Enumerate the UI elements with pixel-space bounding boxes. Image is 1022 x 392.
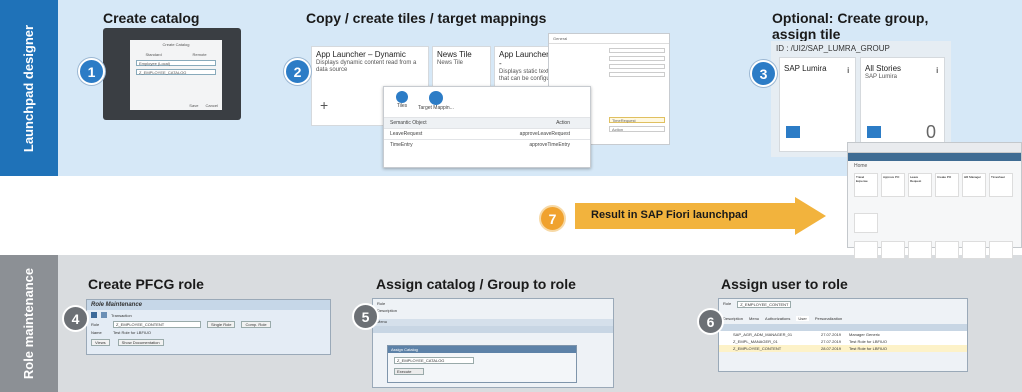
tab-authorizations[interactable]: Authorizations <box>765 316 790 321</box>
info-icon: i <box>936 66 938 75</box>
assign-catalog-heading: Assign catalog / Group to role <box>376 276 576 292</box>
result-label: Result in SAP Fiori launchpad <box>591 209 748 221</box>
transaction-button[interactable]: Transaction <box>111 313 132 318</box>
execute-button[interactable]: Execute <box>394 368 424 375</box>
target-mapping-icon <box>428 91 443 105</box>
role-maintenance-label: Role maintenance <box>0 255 58 392</box>
lumira-chart-icon <box>786 126 800 138</box>
edit-icon[interactable] <box>101 312 107 318</box>
mapping-row[interactable]: LeaveRequest approveLeaveRequest <box>384 128 590 139</box>
tab-personalization[interactable]: Personalization <box>815 316 842 321</box>
tab-description[interactable]: Description <box>723 316 743 321</box>
user-row[interactable]: SAP_AGR_ADM_MANAGER_01 27.07.2019 Manage… <box>719 331 967 338</box>
create-group-heading: Optional: Create group, assign tile <box>772 10 929 42</box>
display-icon[interactable] <box>91 312 97 318</box>
views-button[interactable]: Views <box>91 339 110 346</box>
menu-tab[interactable]: Menu <box>373 319 613 326</box>
create-catalog-dialog: Create Catalog Standard Remote Employee … <box>130 40 222 110</box>
fiori-tile[interactable]: Timesheet <box>989 173 1013 197</box>
tile-all-stories[interactable]: All Stories SAP Lumira i 0 <box>860 57 945 152</box>
tiles-tab[interactable]: Tiles <box>396 91 408 117</box>
cancel-button[interactable]: Cancel <box>206 103 218 108</box>
action-field[interactable]: Action <box>609 126 665 132</box>
assign-catalog-popup: Assign Catalog Z_EMPLOYEE_CATALOG Execut… <box>387 345 577 383</box>
launchpad-designer-label: Launchpad designer <box>0 0 58 176</box>
save-button[interactable]: Save <box>189 103 198 108</box>
user-row[interactable]: Z_EMPL_MANAGER_01 27.07.2019 Test Role f… <box>719 338 967 345</box>
mapping-row[interactable]: TimeEntry approveTimeEntry <box>384 139 590 150</box>
semantic-object-field[interactable]: TimeRequest <box>609 117 665 123</box>
user-row[interactable]: Z_EMPLOYEE_CONTENT 28.07.2019 Test Role … <box>719 345 967 352</box>
radio-remote[interactable]: Remote <box>193 52 207 57</box>
assign-user-heading: Assign user to role <box>721 276 848 292</box>
catalog-id-field[interactable]: Z_EMPLOYEE_CATALOG <box>136 69 216 75</box>
role-maintenance-window: Role Maintenance Transaction Role Z_EMPL… <box>86 299 331 355</box>
step-5-badge: 5 <box>352 303 379 330</box>
fiori-tile[interactable]: Create PO <box>935 173 959 197</box>
stories-chart-icon <box>867 126 881 138</box>
story-count: 0 <box>925 122 936 142</box>
create-catalog-heading: Create catalog <box>103 10 200 26</box>
copy-tiles-heading: Copy / create tiles / target mappings <box>306 10 547 26</box>
tab-user[interactable]: User <box>796 316 809 321</box>
step-2-badge: 2 <box>284 58 311 85</box>
comp-role-button[interactable]: Comp. Role <box>241 321 271 328</box>
single-role-button[interactable]: Single Role <box>207 321 236 328</box>
info-icon: i <box>847 66 849 75</box>
show-documentation-button[interactable]: Show Documentation <box>117 339 164 346</box>
radio-standard[interactable]: Standard <box>145 52 161 57</box>
assign-catalog-window: Role Description Menu Assign Catalog Z_E… <box>372 298 614 388</box>
step-4-badge: 4 <box>62 305 89 332</box>
mapping-header-row: Semantic Object Action <box>384 117 590 128</box>
dialog-title: Create Catalog <box>162 42 190 47</box>
catalog-id-input[interactable]: Z_EMPLOYEE_CATALOG <box>394 357 474 364</box>
step-1-badge: 1 <box>78 58 105 85</box>
fiori-tile[interactable]: Approve PO <box>881 173 905 197</box>
fiori-tile[interactable]: Travel Expense <box>854 173 878 197</box>
step-3-badge: 3 <box>750 60 777 87</box>
role-name-value: Test Role for LBFIUO <box>113 330 152 335</box>
tab-menu[interactable]: Menu <box>749 316 759 321</box>
target-mappings-popup: Tiles Target Mappin... Semantic Object Ac… <box>383 86 591 168</box>
catalog-title-field[interactable]: Employee (Local) <box>136 60 216 66</box>
fiori-tile[interactable]: Leave Request <box>908 173 932 197</box>
create-pfcg-heading: Create PFCG role <box>88 276 204 292</box>
target-mappings-tab[interactable]: Target Mappin... <box>418 91 454 117</box>
role-input[interactable]: Z_EMPLOYEE_CONTENT <box>113 321 201 328</box>
step-7-badge: 7 <box>539 205 566 232</box>
add-tile-icon[interactable]: + <box>320 97 328 113</box>
assign-user-window: Role Z_EMPLOYEE_CONTENT Description Menu… <box>718 298 968 372</box>
step-6-badge: 6 <box>697 308 724 335</box>
tiles-icon <box>396 91 408 103</box>
group-id-label: ID : /UI2/SAP_LUMRA_GROUP <box>776 44 890 53</box>
fiori-tile[interactable]: HR Manager <box>962 173 986 197</box>
fiori-launchpad-screenshot: Home Travel Expense Approve PO Leave Req… <box>847 142 1022 259</box>
tile-sap-lumira[interactable]: SAP Lumira i <box>779 57 856 152</box>
